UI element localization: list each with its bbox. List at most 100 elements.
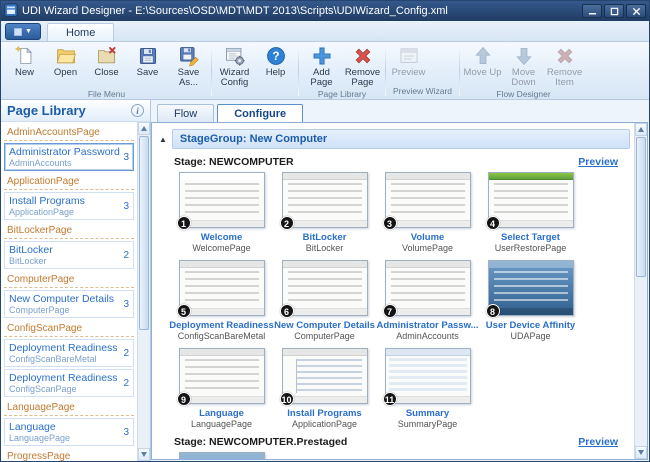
page-card-title: Welcome <box>201 232 243 243</box>
wizard-page-card[interactable]: 11 Summary SummaryPage <box>378 348 477 429</box>
close-folder-icon <box>96 45 118 67</box>
wizard-page-card[interactable]: 6 New Computer Details ComputerPage <box>275 260 374 341</box>
page-card-type: SummaryPage <box>398 419 458 429</box>
page-group-applicationpage[interactable]: ApplicationPage <box>4 173 134 190</box>
page-item-new-computer-details[interactable]: New Computer Details ComputerPage 3 <box>4 290 134 318</box>
tab-configure[interactable]: Configure <box>217 104 303 122</box>
page-item-title: Deployment Readiness <box>9 372 120 384</box>
ribbon-group: Preview Preview Wizard <box>387 43 458 98</box>
stagegroup-title: StageGroup: New Computer <box>180 133 327 145</box>
page-group-bitlockerpage[interactable]: BitLockerPage <box>4 222 134 239</box>
new-button[interactable]: New <box>4 44 45 79</box>
page-group-progresspage[interactable]: ProgressPage <box>4 448 134 461</box>
wizard-page-card[interactable]: 4 Select Target UserRestorePage <box>481 172 580 253</box>
page-item-title: Deployment Readiness <box>9 342 120 354</box>
move-up-button[interactable]: Move Up <box>462 44 503 79</box>
application-menu-button[interactable]: ▼ <box>5 23 41 40</box>
scroll-up-button[interactable] <box>635 123 647 136</box>
scroll-down-button[interactable] <box>138 448 150 461</box>
stage-section: Stage: NEWCOMPUTER Preview 1 Welcome Wel… <box>156 153 632 433</box>
page-item-type: AdminAccounts <box>9 158 120 168</box>
ribbon-group: Move Up Move Down Remove Item Flow Desig… <box>461 43 586 98</box>
wizard-page-card[interactable]: 1 Welcome WelcomePage <box>172 172 271 253</box>
maximize-button[interactable] <box>604 4 624 18</box>
scroll-track[interactable] <box>138 135 150 448</box>
page-group-languagepage[interactable]: LanguagePage <box>4 399 134 416</box>
page-group-computerpage[interactable]: ComputerPage <box>4 271 134 288</box>
page-item-deployment-readiness[interactable]: Deployment Readiness ConfigScanPage 2 <box>4 369 134 397</box>
wizard-page-card[interactable]: 9 Language LanguagePage <box>172 348 271 429</box>
page-item-type: ConfigScanPage <box>9 384 120 394</box>
scroll-up-button[interactable] <box>138 122 150 135</box>
page-item-administrator-password[interactable]: Administrator Password AdminAccounts 3 <box>4 143 134 171</box>
wizard-page-card[interactable]: 8 User Device Affinity UDAPage <box>481 260 580 341</box>
wizard-config-button[interactable]: Wizard Config <box>214 44 255 89</box>
remove-page-button[interactable]: Remove Page <box>342 44 383 89</box>
scroll-down-button[interactable] <box>635 446 647 459</box>
page-card-type: LanguagePage <box>191 419 252 429</box>
page-item-bitlocker[interactable]: BitLocker BitLocker 2 <box>4 241 134 269</box>
app-menu-icon <box>14 28 22 36</box>
page-card-title: Administrator Passw... <box>376 320 478 331</box>
tab-home[interactable]: Home <box>47 23 114 41</box>
page-library-title: Page Library <box>7 103 131 118</box>
save-as-button[interactable]: Save As... <box>168 44 209 89</box>
wizard-page-card[interactable]: 7 Administrator Passw... AdminAccounts <box>378 260 477 341</box>
wizard-page-card[interactable]: 5 Deployment Readiness ConfigScanBareMet… <box>172 260 271 341</box>
page-thumbnail: 10 <box>282 348 368 404</box>
page-number-badge: 5 <box>177 304 191 318</box>
content-scrollbar[interactable] <box>634 123 647 459</box>
page-thumbnail: 2 <box>282 172 368 228</box>
page-item-type: ConfigScanBareMetal <box>9 354 120 364</box>
page-thumbnail: 3 <box>385 172 471 228</box>
scroll-thumb[interactable] <box>139 136 149 330</box>
page-group-adminaccountspage[interactable]: AdminAccountsPage <box>4 124 134 141</box>
page-item-deployment-readiness[interactable]: Deployment Readiness ConfigScanBareMetal… <box>4 339 134 367</box>
move-down-button[interactable]: Move Down <box>503 44 544 89</box>
configure-panel: ▲ StageGroup: New Computer Stage: NEWCOM… <box>151 122 648 460</box>
add-page-button[interactable]: Add Page <box>301 44 342 89</box>
tab-flow[interactable]: Flow <box>157 104 214 122</box>
page-card-type: UserRestorePage <box>495 243 567 253</box>
add-page-icon <box>311 45 333 67</box>
scroll-track[interactable] <box>635 136 647 446</box>
wizard-page-card[interactable]: 3 Volume VolumePage <box>378 172 477 253</box>
main-area: Page Library i AdminAccountsPage Adminis… <box>1 100 649 461</box>
page-number-badge: 8 <box>486 304 500 318</box>
close-button[interactable]: Close <box>86 44 127 79</box>
wizard-page-card[interactable]: 2 BitLocker BitLocker <box>275 172 374 253</box>
help-button[interactable]: ? Help <box>255 44 296 79</box>
save-button[interactable]: Save <box>127 44 168 79</box>
page-thumbnail: 9 <box>179 348 265 404</box>
stage-scroll-area: ▲ StageGroup: New Computer Stage: NEWCOM… <box>152 123 634 459</box>
sidebar-scrollbar[interactable] <box>137 122 150 461</box>
triangle-up-icon <box>638 127 644 132</box>
close-button[interactable] <box>626 4 646 18</box>
open-button[interactable]: Open <box>45 44 86 79</box>
wizard-page-card[interactable]: 10 Install Programs ApplicationPage <box>275 348 374 429</box>
minimize-button[interactable] <box>582 4 602 18</box>
svg-text:?: ? <box>272 49 279 63</box>
info-icon[interactable]: i <box>131 104 144 117</box>
preview-button[interactable]: Preview <box>388 44 429 79</box>
remove-item-button[interactable]: Remove Item <box>544 44 585 89</box>
stage-preview-link[interactable]: Preview <box>578 436 618 448</box>
help-icon: ? <box>265 45 287 67</box>
wizard-page-card[interactable] <box>172 452 271 459</box>
page-item-title: Administrator Password <box>9 146 120 158</box>
page-number-badge: 6 <box>280 304 294 318</box>
page-card-type: UDAPage <box>510 331 550 341</box>
page-number-badge: 10 <box>280 392 294 406</box>
page-item-count: 2 <box>120 378 129 389</box>
stage-preview-link[interactable]: Preview <box>578 156 618 168</box>
scroll-thumb[interactable] <box>636 137 646 277</box>
collapse-arrow-icon[interactable]: ▲ <box>158 135 168 144</box>
page-card-title: New Computer Details <box>274 320 375 331</box>
page-item-install-programs[interactable]: Install Programs ApplicationPage 3 <box>4 192 134 220</box>
page-item-count: 3 <box>120 299 129 310</box>
ribbon-group-separator <box>298 45 299 96</box>
stagegroup-header[interactable]: StageGroup: New Computer <box>172 129 630 149</box>
stage-title: Stage: NEWCOMPUTER.Prestaged <box>174 436 347 448</box>
page-group-configscanpage[interactable]: ConfigScanPage <box>4 320 134 337</box>
page-item-language[interactable]: Language LanguagePage 3 <box>4 418 134 446</box>
